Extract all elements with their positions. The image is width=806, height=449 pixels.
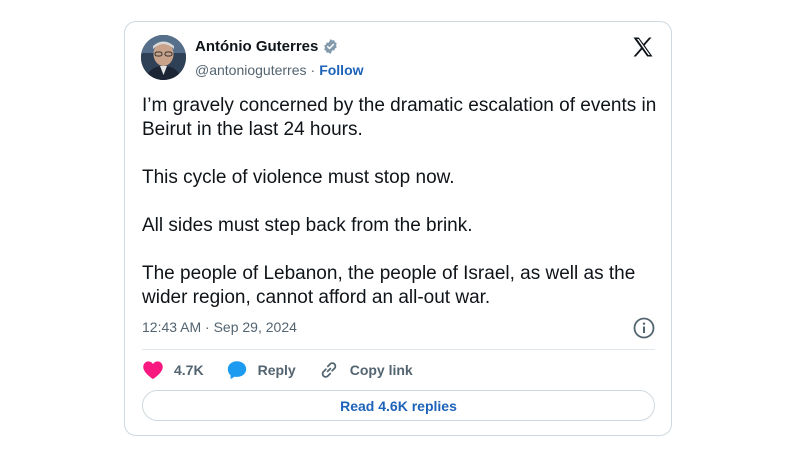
author-name-row: António Guterres	[195, 38, 339, 55]
author-handle-row: @antonioguterres · Follow	[195, 62, 364, 78]
handle-separator: ·	[310, 62, 316, 78]
reply-label: Reply	[257, 362, 296, 378]
like-button[interactable]: 4.7K	[142, 360, 204, 380]
copy-link-label: Copy link	[349, 362, 413, 378]
author-handle[interactable]: @antonioguterres	[195, 62, 307, 78]
embedded-post-card: António Guterres @antonioguterres · Foll…	[124, 21, 672, 436]
reply-button[interactable]: Reply	[226, 359, 296, 381]
avatar[interactable]	[141, 35, 186, 80]
action-bar: 4.7K Reply Copy link	[142, 359, 435, 381]
author-name[interactable]: António Guterres	[195, 38, 318, 55]
x-logo-icon[interactable]	[631, 35, 655, 59]
link-icon	[318, 359, 340, 381]
read-replies-button[interactable]: Read 4.6K replies	[142, 390, 655, 421]
divider	[142, 349, 655, 350]
speech-bubble-icon	[226, 359, 248, 381]
follow-button[interactable]: Follow	[319, 62, 363, 78]
verified-badge-icon	[322, 38, 339, 55]
like-count: 4.7K	[174, 362, 204, 378]
post-timestamp[interactable]: 12:43 AM · Sep 29, 2024	[142, 319, 297, 335]
post-text: I’m gravely concerned by the dramatic es…	[142, 95, 657, 308]
info-icon[interactable]	[633, 317, 655, 339]
heart-icon	[142, 360, 164, 380]
copy-link-button[interactable]: Copy link	[318, 359, 413, 381]
